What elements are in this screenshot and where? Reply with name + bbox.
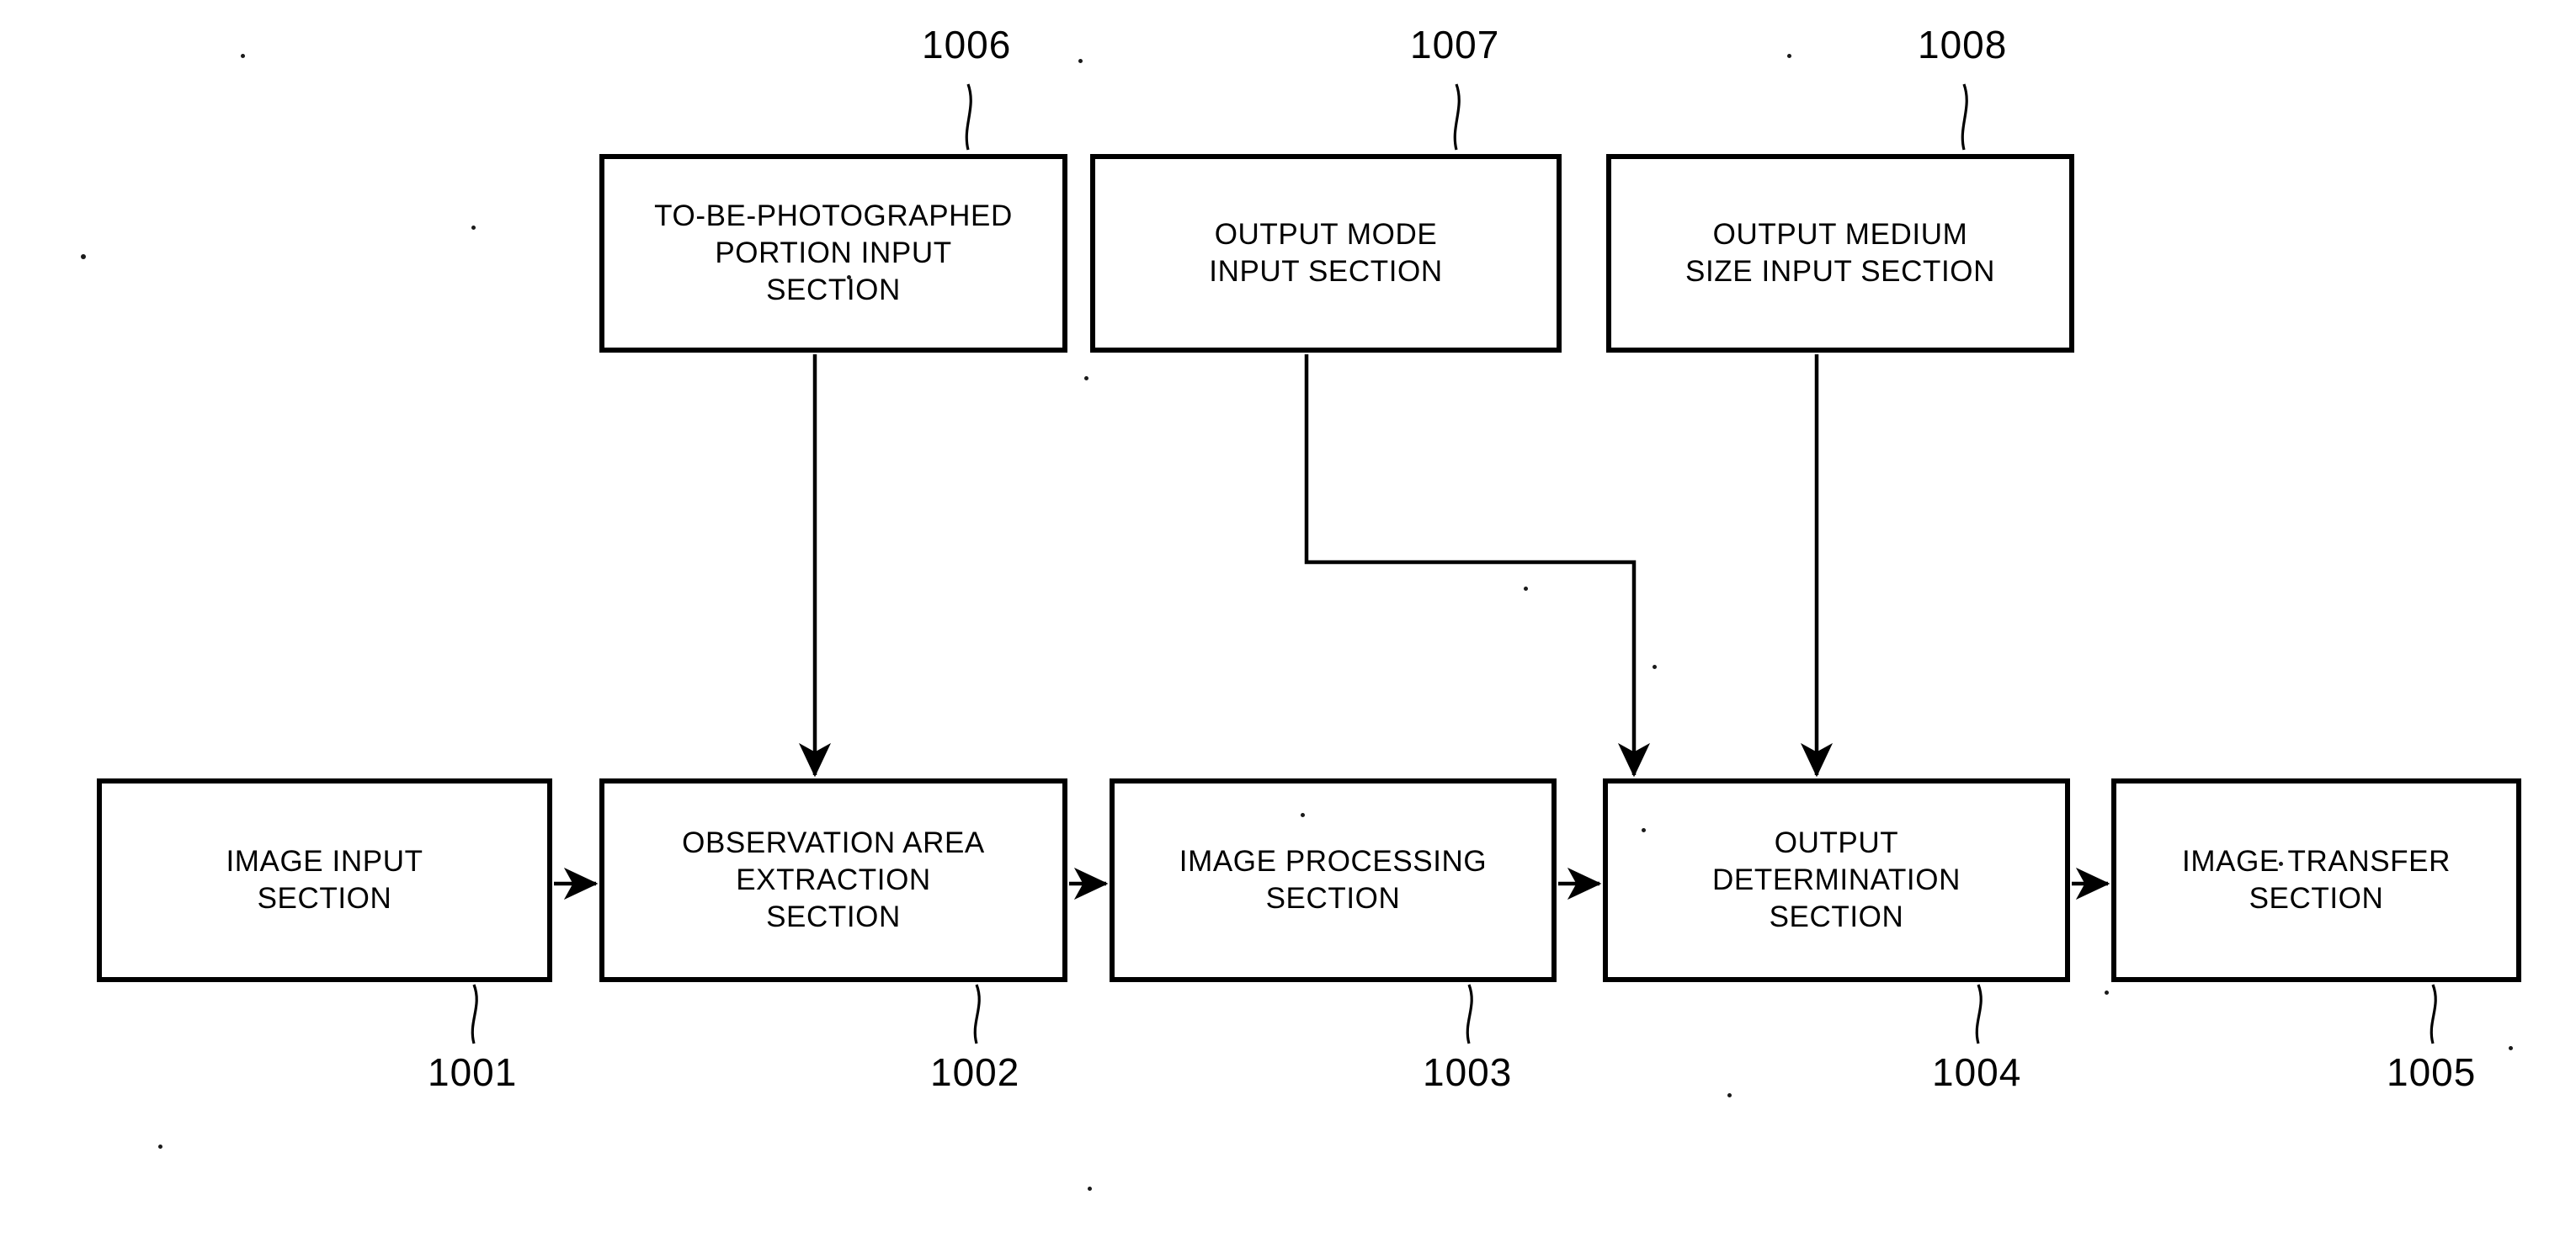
block-label-1002: OBSERVATION AREA EXTRACTION SECTION xyxy=(682,826,985,934)
scan-speck xyxy=(1642,828,1646,832)
reference-numeral-1005: 1005 xyxy=(2387,1050,2477,1094)
block-observation-area-extraction-section[interactable]: OBSERVATION AREA EXTRACTION SECTION xyxy=(599,778,1067,982)
block-label-1006: TO-BE-PHOTOGRAPHED PORTION INPUT SECTION xyxy=(654,199,1013,307)
leader-line-group-top xyxy=(965,83,1968,151)
reference-numeral-1001: 1001 xyxy=(428,1050,518,1094)
leader-line-1004 xyxy=(1975,984,1983,1044)
scan-speck xyxy=(2279,862,2283,866)
leader-line-1003 xyxy=(1466,984,1473,1044)
scan-speck xyxy=(471,226,476,230)
reference-numeral-1004: 1004 xyxy=(1932,1050,2022,1094)
leader-line-1007 xyxy=(1453,83,1461,151)
leader-line-1005 xyxy=(2430,984,2437,1044)
reference-numeral-1007: 1007 xyxy=(1410,23,1500,66)
block-label-1003: IMAGE PROCESSING SECTION xyxy=(1179,844,1488,915)
scan-speck xyxy=(2105,991,2109,995)
leader-line-1006 xyxy=(965,83,972,151)
leader-line-group-bottom xyxy=(471,984,2437,1044)
scan-speck xyxy=(1653,665,1657,669)
scan-speck xyxy=(1727,1093,1732,1097)
block-image-input-section[interactable]: IMAGE INPUT SECTION xyxy=(97,778,552,982)
scan-speck xyxy=(1524,587,1528,591)
block-label-1001: IMAGE INPUT SECTION xyxy=(226,844,423,915)
scan-speck xyxy=(847,275,851,279)
reference-numeral-1002: 1002 xyxy=(930,1050,1020,1094)
block-output-determination-section[interactable]: OUTPUT DETERMINATION SECTION xyxy=(1603,778,2070,982)
leader-line-1001 xyxy=(471,984,478,1044)
leader-line-1008 xyxy=(1961,83,1968,151)
scan-speck xyxy=(1301,813,1305,817)
block-label-1005: IMAGE TRANSFER SECTION xyxy=(2182,844,2451,915)
scan-speck xyxy=(241,54,245,58)
block-output-medium-size-input-section[interactable]: OUTPUT MEDIUM SIZE INPUT SECTION xyxy=(1606,154,2074,353)
figure-canvas: TO-BE-PHOTOGRAPHED PORTION INPUT SECTION… xyxy=(0,0,2576,1243)
scan-speck xyxy=(158,1145,162,1149)
reference-numeral-1006: 1006 xyxy=(922,23,1012,66)
scan-speck xyxy=(81,254,86,259)
scan-speck xyxy=(1088,1187,1092,1191)
leader-line-1002 xyxy=(973,984,981,1044)
block-image-transfer-section[interactable]: IMAGE TRANSFER SECTION xyxy=(2111,778,2521,982)
block-label-1007: OUTPUT MODE INPUT SECTION xyxy=(1209,217,1443,288)
scan-speck xyxy=(2509,1046,2513,1050)
scan-speck xyxy=(1078,59,1083,63)
block-image-processing-section[interactable]: IMAGE PROCESSING SECTION xyxy=(1110,778,1557,982)
block-label-1004: OUTPUT DETERMINATION SECTION xyxy=(1712,826,1961,934)
input-arrow-1007-to-1004 xyxy=(1304,354,1651,778)
scan-speck xyxy=(1787,54,1791,58)
block-label-1008: OUTPUT MEDIUM SIZE INPUT SECTION xyxy=(1685,217,1995,288)
reference-numeral-1003: 1003 xyxy=(1423,1050,1513,1094)
block-to-be-photographed-portion-input-section[interactable]: TO-BE-PHOTOGRAPHED PORTION INPUT SECTION xyxy=(599,154,1067,353)
reference-numeral-1008: 1008 xyxy=(1918,23,2008,66)
scan-speck xyxy=(1084,376,1088,380)
block-output-mode-input-section[interactable]: OUTPUT MODE INPUT SECTION xyxy=(1090,154,1562,353)
